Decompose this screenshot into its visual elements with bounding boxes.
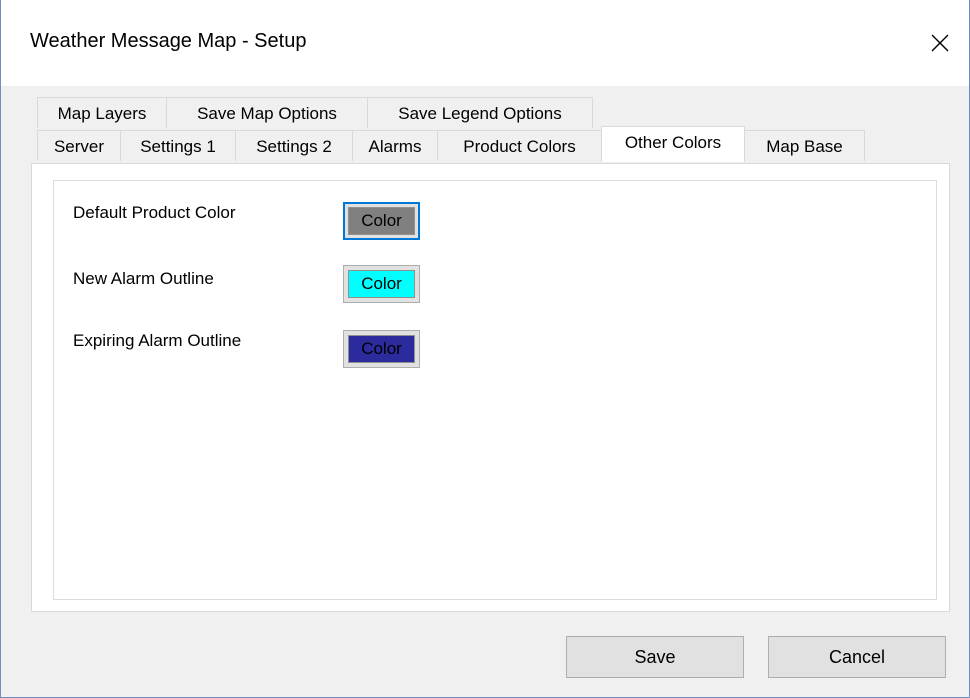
tab-label: Product Colors — [463, 137, 576, 156]
cancel-button-label: Cancel — [828, 646, 886, 667]
tab-label: Map Layers — [57, 104, 147, 123]
expiring-alarm-outline-color-button[interactable]: Color — [343, 330, 420, 368]
tab-map-base[interactable]: Map Base — [744, 130, 865, 161]
color-button-label: Color — [361, 339, 402, 358]
tab-settings-1[interactable]: Settings 1 — [120, 130, 236, 161]
tab-alarms[interactable]: Alarms — [352, 130, 438, 161]
save-button-label: Save — [634, 646, 676, 667]
new-alarm-outline-label: New Alarm Outline — [73, 269, 214, 288]
save-button[interactable]: Save — [566, 636, 744, 678]
tab-label: Other Colors — [624, 133, 722, 152]
default-product-color-button[interactable]: Color — [343, 202, 420, 240]
color-swatch: Color — [348, 270, 415, 298]
tab-label: Alarms — [368, 137, 422, 156]
tab-map-layers[interactable]: Map Layers — [37, 97, 167, 128]
setup-dialog: Weather Message Map - Setup Map Layers S… — [0, 0, 970, 698]
tab-save-map-options[interactable]: Save Map Options — [166, 97, 368, 128]
tab-label: Settings 2 — [256, 137, 332, 156]
tab-save-legend-options[interactable]: Save Legend Options — [367, 97, 593, 128]
tab-label: Server — [53, 137, 105, 156]
color-swatch: Color — [348, 207, 415, 235]
default-product-color-label: Default Product Color — [73, 203, 236, 222]
tab-label: Map Base — [766, 137, 843, 156]
tab-label: Settings 1 — [140, 137, 216, 156]
close-icon — [931, 34, 949, 52]
tab-server[interactable]: Server — [37, 130, 121, 161]
window-title: Weather Message Map - Setup — [30, 30, 307, 52]
tab-label: Save Map Options — [197, 104, 337, 123]
close-button[interactable] — [911, 0, 969, 86]
color-button-label: Color — [361, 211, 402, 230]
color-button-label: Color — [361, 274, 402, 293]
color-swatch: Color — [348, 335, 415, 363]
title-bar[interactable]: Weather Message Map - Setup — [1, 0, 969, 86]
cancel-button[interactable]: Cancel — [768, 636, 946, 678]
expiring-alarm-outline-label: Expiring Alarm Outline — [73, 331, 242, 350]
new-alarm-outline-color-button[interactable]: Color — [343, 265, 420, 303]
tab-settings-2[interactable]: Settings 2 — [235, 130, 353, 161]
tab-label: Save Legend Options — [398, 104, 562, 123]
tab-other-colors[interactable]: Other Colors — [601, 126, 745, 162]
colors-group-box — [53, 180, 937, 600]
tab-product-colors[interactable]: Product Colors — [437, 130, 602, 161]
